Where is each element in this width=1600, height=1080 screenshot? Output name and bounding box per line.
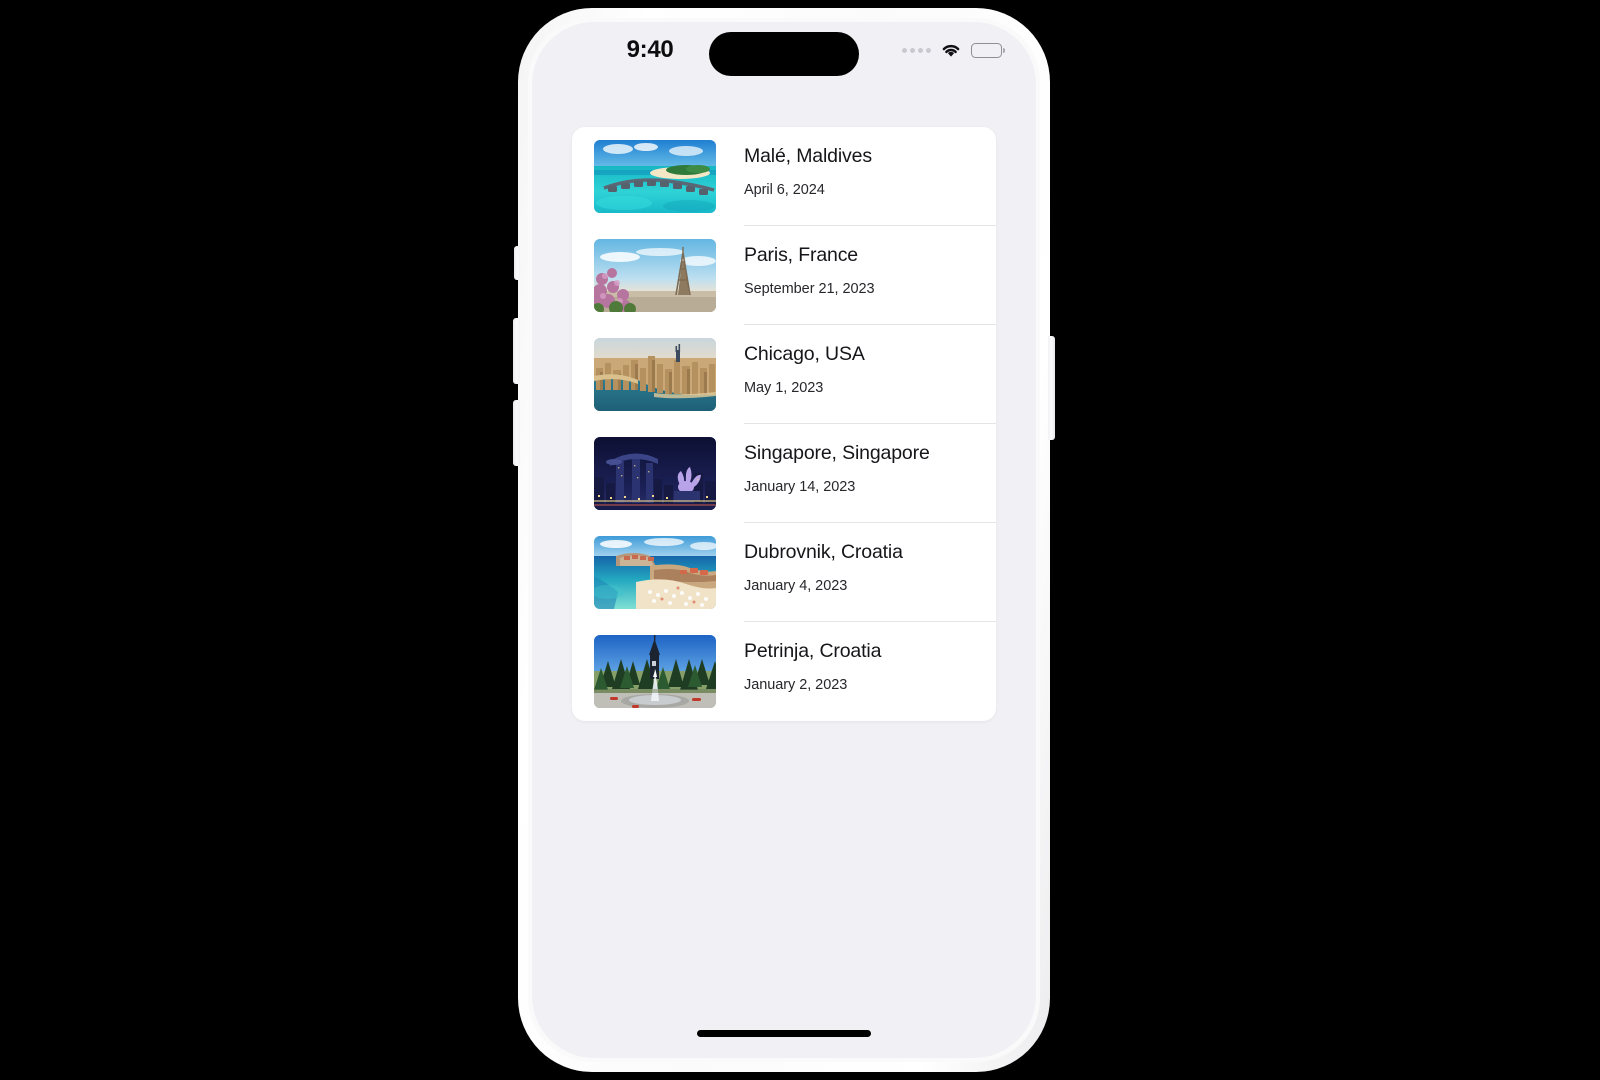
- list-item-date: January 2, 2023: [744, 677, 848, 693]
- list-item-text: Chicago, USA May 1, 2023: [716, 338, 996, 424]
- list-item-title: Petrinja, Croatia: [744, 640, 882, 662]
- list-item-text: Singapore, Singapore January 14, 2023: [716, 437, 996, 523]
- list-item-date: May 1, 2023: [744, 380, 824, 396]
- list-item-text: Petrinja, Croatia January 2, 2023: [716, 635, 996, 708]
- status-bar-clock: 9:40: [626, 36, 674, 63]
- list-item-text: Paris, France September 21, 2023: [716, 239, 996, 325]
- volume-up-button[interactable]: [513, 318, 520, 384]
- list-item[interactable]: Malé, Maldives April 6, 2024: [572, 127, 996, 226]
- paris-france-thumbnail: [594, 239, 716, 312]
- list-item-date: January 14, 2023: [744, 479, 856, 495]
- list-item-date: January 4, 2023: [744, 578, 848, 594]
- list-item-date: April 6, 2024: [744, 182, 825, 198]
- destination-list-card: Malé, Maldives April 6, 2024 Paris, Fran…: [572, 127, 996, 721]
- singapore-singapore-thumbnail: [594, 437, 716, 510]
- dynamic-island: [709, 32, 859, 76]
- wifi-icon: [940, 42, 962, 58]
- list-item[interactable]: Dubrovnik, Croatia January 4, 2023: [572, 523, 996, 622]
- dubrovnik-croatia-thumbnail: [594, 536, 716, 609]
- list-item[interactable]: Singapore, Singapore January 14, 2023: [572, 424, 996, 523]
- list-item-text: Dubrovnik, Croatia January 4, 2023: [716, 536, 996, 622]
- list-item-title: Malé, Maldives: [744, 145, 872, 167]
- cellular-dots-icon: [902, 47, 931, 53]
- volume-down-button[interactable]: [513, 400, 520, 466]
- home-indicator[interactable]: [697, 1030, 871, 1037]
- list-item-title: Singapore, Singapore: [744, 442, 930, 464]
- list-item[interactable]: Chicago, USA May 1, 2023: [572, 325, 996, 424]
- list-item-title: Dubrovnik, Croatia: [744, 541, 903, 563]
- phone-screen: 9:40 Malé, Maldives April 6, 2024 Paris,…: [532, 22, 1036, 1058]
- list-item[interactable]: Paris, France September 21, 2023: [572, 226, 996, 325]
- status-bar-indicators: [902, 42, 1005, 58]
- petrinja-croatia-thumbnail: [594, 635, 716, 708]
- male-maldives-thumbnail: [594, 140, 716, 213]
- chicago-usa-thumbnail: [594, 338, 716, 411]
- list-item-title: Chicago, USA: [744, 343, 865, 365]
- list-item-title: Paris, France: [744, 244, 859, 266]
- battery-full-icon: [971, 42, 1005, 58]
- action-button[interactable]: [514, 246, 520, 280]
- power-button[interactable]: [1048, 336, 1055, 440]
- list-item-text: Malé, Maldives April 6, 2024: [716, 140, 996, 226]
- screenshot-stage: 9:40 Malé, Maldives April 6, 2024 Paris,…: [0, 0, 1600, 1080]
- list-item-date: September 21, 2023: [744, 281, 875, 297]
- list-item[interactable]: Petrinja, Croatia January 2, 2023: [572, 622, 996, 721]
- status-bar: 9:40: [532, 22, 1036, 84]
